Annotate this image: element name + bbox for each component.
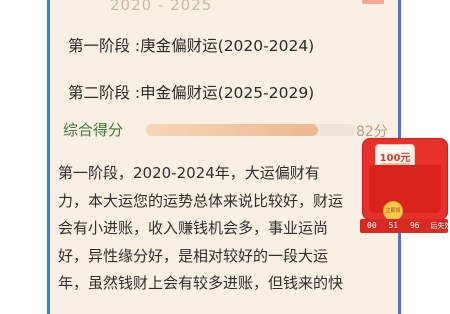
fortune-description: 第一阶段，2020-2024年，大运偏财有 力，本大运您的运势总体来说比较好，财… xyxy=(58,160,386,298)
envelope-flap: 立即领取 xyxy=(369,165,441,221)
stage-one-label: 第一阶段 :庚金偏财运(2020-2024) xyxy=(68,37,315,55)
timer-seconds: 96 xyxy=(409,221,420,230)
timer-hours: 00 xyxy=(367,221,377,230)
coupon-amount: 100元 xyxy=(379,153,411,164)
claim-button[interactable]: 立即领取 xyxy=(383,201,403,221)
timer-minutes: 51 xyxy=(388,221,399,230)
description-line: 年，虽然钱财上会有较多进账，但钱来的快 xyxy=(58,274,344,292)
red-envelope[interactable]: 100元 立即领取 xyxy=(362,138,448,221)
countdown-timer: 00 51 96 后失效 xyxy=(360,219,450,233)
stage-two-label: 第二阶段 :申金偏财运(2025-2029) xyxy=(68,84,315,102)
score-progress-bar xyxy=(146,124,356,136)
red-packet-widget[interactable]: 100元 立即领取 00 51 96 后失效 xyxy=(360,138,450,234)
description-line: 第一阶段，2020-2024年，大运偏财有 xyxy=(58,164,320,182)
description-line: 好，异性缘分好，是相对较好的一段大运 xyxy=(58,246,329,265)
description-line: 力，本大运您的运势总体来说比较好，财运 xyxy=(58,191,344,210)
timer-expire-label: 后失效 xyxy=(430,222,450,230)
screen: 2020 - 2025 第一阶段 :庚金偏财运(2020-2024) 第二阶段 … xyxy=(0,0,450,314)
score-label: 综合得分 xyxy=(63,121,124,139)
header-years-partial: 2020 - 2025 xyxy=(110,0,213,14)
header-badge-fragment xyxy=(362,0,384,4)
score-progress-fill xyxy=(146,124,319,136)
description-line: 会有小进账，收入赚钱机会多，事业运尚 xyxy=(58,219,329,237)
